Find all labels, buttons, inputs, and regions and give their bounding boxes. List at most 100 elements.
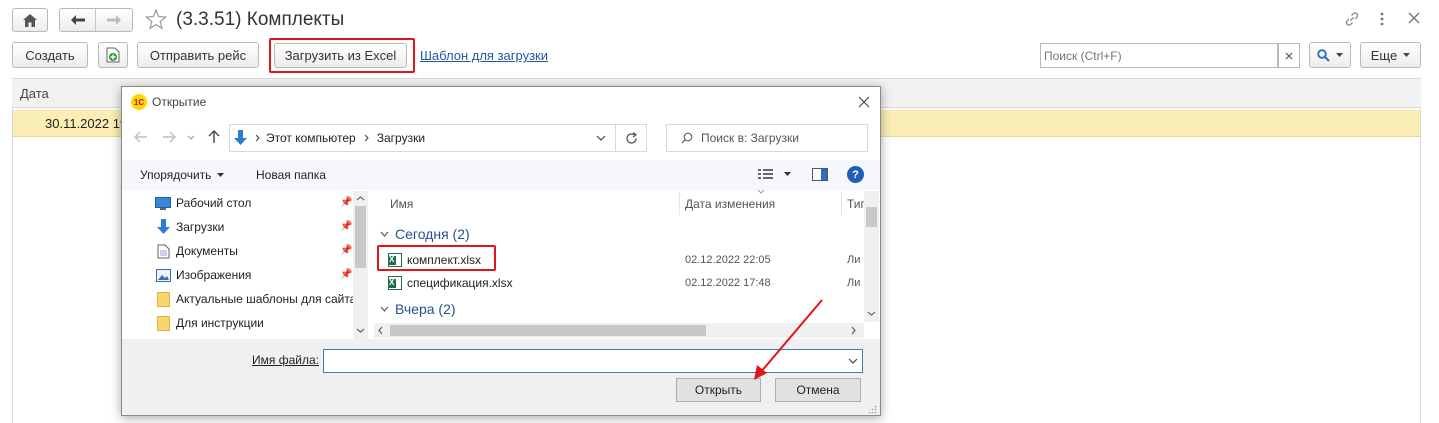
chevron-down-icon bbox=[1336, 53, 1343, 57]
more-button[interactable]: Еще bbox=[1360, 42, 1421, 68]
home-button[interactable] bbox=[12, 8, 48, 32]
filename-dropdown-icon[interactable] bbox=[848, 358, 858, 364]
dialog-toolbar: Упорядочить Новая папка ? bbox=[122, 160, 880, 190]
nav-item-templates-folder[interactable]: Актуальные шаблоны для сайта bbox=[154, 288, 356, 310]
nav-item-desktop[interactable]: Рабочий стол bbox=[154, 192, 251, 214]
file-item-specification[interactable]: спецификация.xlsx bbox=[388, 276, 513, 290]
app-1c-icon: 1С bbox=[131, 94, 147, 110]
scroll-thumb[interactable] bbox=[390, 325, 706, 336]
forward-arrow-icon[interactable] bbox=[96, 9, 132, 31]
nav-item-documents[interactable]: Документы bbox=[154, 240, 238, 262]
file-list-vscroll[interactable] bbox=[864, 191, 879, 322]
forward-arrow-icon[interactable] bbox=[162, 131, 176, 143]
navigation-scrollbar[interactable] bbox=[353, 191, 368, 339]
documents-icon bbox=[154, 243, 172, 259]
group-label: Вчера (2) bbox=[395, 301, 456, 317]
scroll-right-icon[interactable] bbox=[851, 326, 856, 335]
recent-locations-chevron-icon[interactable] bbox=[187, 135, 195, 140]
file-type: Ли bbox=[847, 254, 861, 266]
link-icon[interactable] bbox=[1344, 11, 1360, 27]
nav-item-downloads[interactable]: Загрузки bbox=[154, 216, 224, 238]
add-file-button[interactable] bbox=[98, 42, 128, 68]
highlight-frame-komplekt bbox=[377, 245, 496, 271]
chevron-down-icon bbox=[1403, 53, 1411, 57]
breadcrumb-separator-icon bbox=[364, 134, 369, 142]
help-icon[interactable]: ? bbox=[847, 166, 864, 183]
address-dropdown-icon[interactable] bbox=[596, 135, 606, 141]
create-button[interactable]: Создать bbox=[12, 42, 88, 68]
more-vertical-icon[interactable] bbox=[1378, 11, 1386, 27]
resize-grip-icon[interactable] bbox=[868, 405, 877, 414]
downloads-icon bbox=[154, 219, 172, 235]
search-input[interactable] bbox=[1040, 43, 1278, 68]
chevron-down-icon bbox=[380, 231, 389, 237]
file-date: 02.12.2022 22:05 bbox=[685, 254, 771, 266]
refresh-icon[interactable] bbox=[615, 125, 647, 151]
column-header-date-modified[interactable]: Дата изменения bbox=[685, 197, 775, 211]
file-type: Ли bbox=[847, 277, 861, 289]
column-header-name[interactable]: Имя bbox=[390, 197, 413, 211]
nav-item-pictures[interactable]: Изображения bbox=[154, 264, 251, 286]
dialog-search-placeholder: Поиск в: Загрузки bbox=[701, 131, 799, 145]
scroll-up-icon[interactable] bbox=[356, 196, 365, 201]
home-icon bbox=[23, 13, 37, 27]
template-download-link[interactable]: Шаблон для загрузки bbox=[420, 48, 548, 63]
nav-item-instructions-folder[interactable]: Для инструкции bbox=[154, 312, 264, 334]
dialog-search-input[interactable]: Поиск в: Загрузки bbox=[666, 124, 868, 152]
sort-chevron-icon bbox=[757, 189, 765, 194]
excel-file-icon bbox=[388, 276, 402, 290]
favorite-star-icon[interactable] bbox=[145, 9, 167, 30]
column-header-date[interactable]: Дата bbox=[20, 86, 49, 101]
clear-x-icon bbox=[1285, 52, 1293, 60]
send-trip-button[interactable]: Отправить рейс bbox=[137, 42, 259, 68]
back-arrow-icon[interactable] bbox=[134, 131, 148, 143]
pictures-icon bbox=[154, 267, 172, 283]
file-list-divider bbox=[679, 191, 680, 215]
desktop-icon bbox=[154, 195, 172, 211]
close-icon[interactable] bbox=[1408, 12, 1420, 24]
group-yesterday[interactable]: Вчера (2) bbox=[380, 301, 456, 317]
up-arrow-icon[interactable] bbox=[208, 130, 220, 144]
scroll-thumb[interactable] bbox=[866, 207, 877, 227]
dialog-close-icon[interactable] bbox=[858, 96, 870, 108]
scroll-down-icon[interactable] bbox=[867, 311, 876, 316]
add-document-icon bbox=[106, 47, 120, 63]
group-today[interactable]: Сегодня (2) bbox=[380, 226, 470, 242]
pin-icon: 📌 bbox=[340, 197, 353, 208]
scroll-thumb[interactable] bbox=[355, 206, 366, 268]
preview-pane-icon[interactable] bbox=[812, 168, 828, 181]
scroll-left-icon[interactable] bbox=[378, 326, 383, 335]
address-bar[interactable]: Этот компьютер Загрузки bbox=[229, 124, 647, 152]
nav-item-label: Актуальные шаблоны для сайта bbox=[176, 292, 357, 306]
highlight-frame-load-excel bbox=[269, 38, 415, 73]
search-clear-button[interactable] bbox=[1278, 43, 1300, 68]
view-options-icon[interactable] bbox=[758, 168, 792, 180]
back-arrow-icon[interactable] bbox=[60, 9, 96, 31]
breadcrumb-downloads[interactable]: Загрузки bbox=[377, 131, 425, 145]
pin-icon: 📌 bbox=[340, 269, 353, 280]
breadcrumb-this-pc[interactable]: Этот компьютер bbox=[266, 131, 356, 145]
nav-back-forward-group bbox=[59, 8, 133, 32]
folder-icon bbox=[154, 291, 172, 307]
downloads-arrow-icon bbox=[234, 130, 247, 146]
navigation-pane: Рабочий стол Загрузки Документы Изображе… bbox=[122, 191, 370, 339]
file-name: спецификация.xlsx bbox=[407, 276, 513, 290]
group-label: Сегодня (2) bbox=[395, 226, 470, 242]
nav-item-label: Загрузки bbox=[176, 220, 225, 234]
file-date: 02.12.2022 17:48 bbox=[685, 277, 771, 289]
scroll-down-icon[interactable] bbox=[356, 328, 365, 333]
search-icon bbox=[681, 132, 693, 144]
search-icon bbox=[1317, 48, 1330, 62]
filename-label: Имя файла: bbox=[252, 353, 319, 367]
nav-item-label: Для инструкции bbox=[176, 316, 264, 330]
nav-item-label: Изображения bbox=[176, 268, 252, 282]
organize-label: Упорядочить bbox=[140, 168, 212, 182]
organize-button[interactable]: Упорядочить bbox=[140, 168, 225, 182]
new-folder-button[interactable]: Новая папка bbox=[256, 168, 326, 182]
search-button[interactable] bbox=[1309, 42, 1351, 68]
breadcrumb-separator-icon bbox=[255, 134, 260, 142]
pin-icon: 📌 bbox=[340, 221, 353, 232]
nav-item-label: Документы bbox=[176, 244, 238, 258]
nav-item-label: Рабочий стол bbox=[176, 196, 252, 210]
annotation-arrow bbox=[754, 299, 823, 380]
